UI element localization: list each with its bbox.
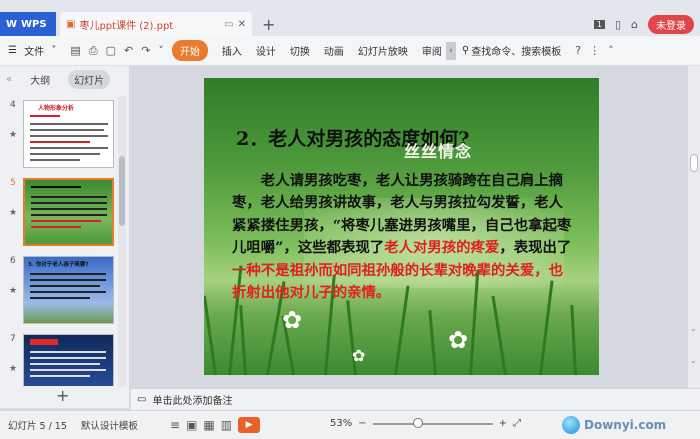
preview-icon[interactable]: ▢: [106, 44, 116, 57]
slide-number-4: 4: [10, 100, 16, 110]
redo-icon[interactable]: ↷: [141, 44, 150, 57]
notes-toggle-icon[interactable]: ≡: [170, 418, 180, 432]
play-slideshow-button[interactable]: ▶: [238, 417, 261, 433]
sorter-view-icon[interactable]: ▦: [203, 418, 214, 432]
slide-decoration-text: 丝丝情念: [404, 142, 473, 161]
ppt-file-icon: ▣: [66, 18, 76, 30]
ribbon-scroll-right-icon[interactable]: ›: [445, 41, 456, 60]
layout-icon[interactable]: ▯: [615, 18, 621, 31]
thumbnail-row-4[interactable]: 4 ★ 人物形象分析: [0, 100, 118, 176]
thumbnail-row-6[interactable]: 6 ★ 3. 你对于老人孩子简要?: [0, 256, 118, 332]
more-chevron-icon[interactable]: ˅: [158, 44, 164, 57]
dandelion-flower-icon: ✿: [282, 306, 303, 334]
ribbon-menu: ☰ 文件 ˅ ▤ ⎙ ▢ ↶ ↷ ˅ 开始 插入 设计 切换 动画 幻灯片放映 …: [0, 36, 700, 66]
tab-close-icon[interactable]: ✕: [238, 19, 246, 30]
scroll-down-icon[interactable]: ⌄: [690, 356, 697, 365]
tab-start[interactable]: 开始: [171, 40, 208, 61]
canvas-scrollbar[interactable]: ⌃ ⌄: [688, 66, 700, 388]
reading-view-icon[interactable]: ▥: [221, 418, 232, 432]
slide-number-5: 5: [10, 178, 16, 188]
star-icon: ★: [9, 208, 18, 218]
body-text-red-2: 一种不是祖孙而如同祖孙般的长辈对晚辈的关爱，也折射出他对儿子的亲情。: [232, 261, 563, 302]
watermark: Downyi.com: [562, 416, 666, 434]
body-text-red-1: 老人对男孩的疼爱: [384, 239, 500, 257]
print-icon[interactable]: ⎙: [89, 44, 98, 58]
menu-button[interactable]: ☰ 文件 ˅: [8, 43, 56, 58]
wps-app-name: WPS: [21, 18, 47, 30]
tab-insert[interactable]: 插入: [222, 43, 242, 58]
collapse-panel-icon[interactable]: «: [6, 74, 12, 85]
title-bar: W WPS ▣ 枣儿ppt课件 (2).ppt ▭ ✕ + 1 ▯ ⌂ 未登录: [0, 0, 700, 36]
document-tab-name: 枣儿ppt课件 (2).ppt: [79, 20, 174, 32]
hamburger-icon: ☰: [8, 45, 17, 56]
normal-view-icon[interactable]: ▣: [186, 418, 197, 432]
command-search[interactable]: ⚲ 查找命令、搜索模板: [462, 43, 561, 58]
command-search-label: 查找命令、搜索模板: [471, 47, 562, 58]
current-slide[interactable]: ✿ ✿ ✿ 2．老人对男孩的态度如何? 丝丝情念 老人请男孩吃枣，老人让男孩骑跨…: [204, 78, 599, 375]
tab-outline[interactable]: 大纲: [24, 70, 56, 89]
slide-thumbnail-4[interactable]: 人物形象分析: [23, 100, 114, 168]
slide-thumbnail-5[interactable]: [23, 178, 114, 246]
thumbnail-row-7[interactable]: 7 ★: [0, 334, 118, 386]
star-icon: ★: [9, 130, 18, 140]
fit-window-icon[interactable]: ⤢: [513, 418, 521, 429]
slide-number-6: 6: [10, 256, 16, 266]
tab-animation[interactable]: 动画: [324, 43, 344, 58]
file-menu-label: 文件: [24, 47, 45, 58]
search-icon: ⚲: [461, 45, 470, 56]
canvas-scroll-thumb[interactable]: [690, 154, 698, 172]
add-slide-plus-icon[interactable]: +: [56, 386, 69, 405]
tab-review[interactable]: 审阅: [422, 43, 442, 58]
slide-thumbnails: 4 ★ 人物形象分析 5 ★ 6 ★ 3. 你对于老人孩子简要? 7 ★: [0, 96, 118, 386]
document-tab[interactable]: ▣ 枣儿ppt课件 (2).ppt ▭ ✕: [60, 12, 252, 36]
thumb4-title: 人物形象分析: [38, 105, 75, 112]
zoom-slider[interactable]: [372, 417, 493, 428]
help-icon[interactable]: ?: [575, 44, 581, 57]
slide-number-7: 7: [10, 334, 16, 344]
skin-icon[interactable]: ⌂: [631, 18, 638, 31]
zoom-in-icon[interactable]: +: [499, 418, 507, 429]
notes-icon: ▭: [137, 394, 147, 405]
thumbnail-row-5[interactable]: 5 ★: [0, 178, 118, 254]
slide-thumbnail-6[interactable]: 3. 你对于老人孩子简要?: [23, 256, 114, 324]
watermark-logo-icon: [562, 416, 580, 434]
slide-counter: 幻灯片 5 / 15: [8, 421, 67, 432]
login-button[interactable]: 未登录: [648, 15, 694, 34]
thumbnail-scrollbar[interactable]: [118, 96, 126, 386]
tab-chat-icon[interactable]: ▭: [224, 19, 233, 30]
design-template[interactable]: 默认设计模板: [81, 418, 138, 432]
slide-body-text: 老人请男孩吃枣，老人让男孩骑跨在自己肩上摘枣，老人给男孩讲故事，老人与男孩拉勾发…: [232, 170, 572, 304]
scroll-up-icon[interactable]: ⌃: [690, 328, 697, 337]
dandelion-flower-icon: ✿: [352, 346, 366, 365]
body-text-black-2: ，表现出了: [499, 239, 572, 257]
slide-thumbnail-7[interactable]: [23, 334, 114, 386]
save-icon[interactable]: ▤: [70, 44, 80, 57]
notes-placeholder: 单击此处添加备注: [152, 396, 233, 407]
chevron-down-icon: ˅: [51, 45, 57, 56]
tab-design[interactable]: 设计: [256, 43, 276, 58]
undo-icon[interactable]: ↶: [124, 44, 133, 57]
zoom-level[interactable]: 53%: [330, 418, 352, 429]
star-icon: ★: [9, 364, 18, 374]
tab-slideshow[interactable]: 幻灯片放映: [358, 43, 408, 58]
zoom-out-icon[interactable]: −: [358, 418, 366, 429]
collapse-ribbon-icon[interactable]: ˄: [608, 44, 614, 57]
slide-canvas[interactable]: ✿ ✿ ✿ 2．老人对男孩的态度如何? 丝丝情念 老人请男孩吃枣，老人让男孩骑跨…: [131, 66, 688, 388]
status-bar: 幻灯片 5 / 15 默认设计模板 ≡ ▣ ▦ ▥ ▶ 53% − + ⤢ Do…: [0, 410, 700, 439]
badge-number-icon[interactable]: 1: [593, 20, 605, 29]
dandelion-flower-icon: ✿: [448, 326, 469, 354]
tab-transition[interactable]: 切换: [290, 43, 310, 58]
slides-panel: « 大纲 幻灯片 4 ★ 人物形象分析 5 ★ 6 ★ 3. 你对于老人孩子简要…: [0, 66, 130, 408]
new-tab-plus-icon[interactable]: +: [262, 15, 275, 34]
tab-slides[interactable]: 幻灯片: [68, 69, 111, 89]
more-options-icon[interactable]: ⋮: [589, 44, 600, 57]
notes-area[interactable]: ▭ 单击此处添加备注: [131, 388, 700, 410]
wps-home-tab[interactable]: W WPS: [0, 12, 56, 36]
watermark-text: Downyi.com: [584, 418, 667, 432]
thumb6-title: 3. 你对于老人孩子简要?: [28, 262, 89, 268]
star-icon: ★: [9, 286, 18, 296]
wps-logo-icon: W: [6, 18, 18, 30]
